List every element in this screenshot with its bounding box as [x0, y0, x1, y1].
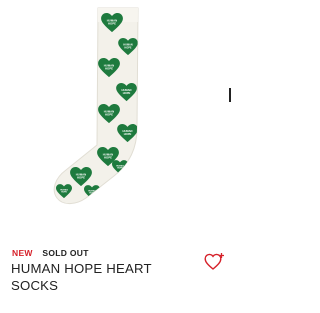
badge-row: NEW SOLD OUT — [12, 248, 89, 258]
sold-out-badge: SOLD OUT — [42, 248, 89, 258]
product-image[interactable]: HUMAN HOPE — [0, 0, 240, 232]
product-title: HUMAN HOPE HEART SOCKS — [11, 260, 201, 294]
new-badge: NEW — [12, 248, 33, 258]
heart-plus-icon — [204, 253, 224, 270]
sock-body — [53, 7, 139, 205]
product-title-line-2: SOCKS — [11, 278, 59, 293]
favorite-button[interactable] — [204, 252, 226, 272]
scroll-indicator[interactable] — [229, 88, 231, 102]
sock-illustration: HUMAN HOPE — [53, 7, 139, 205]
product-title-line-1: HUMAN HOPE HEART — [11, 261, 152, 276]
